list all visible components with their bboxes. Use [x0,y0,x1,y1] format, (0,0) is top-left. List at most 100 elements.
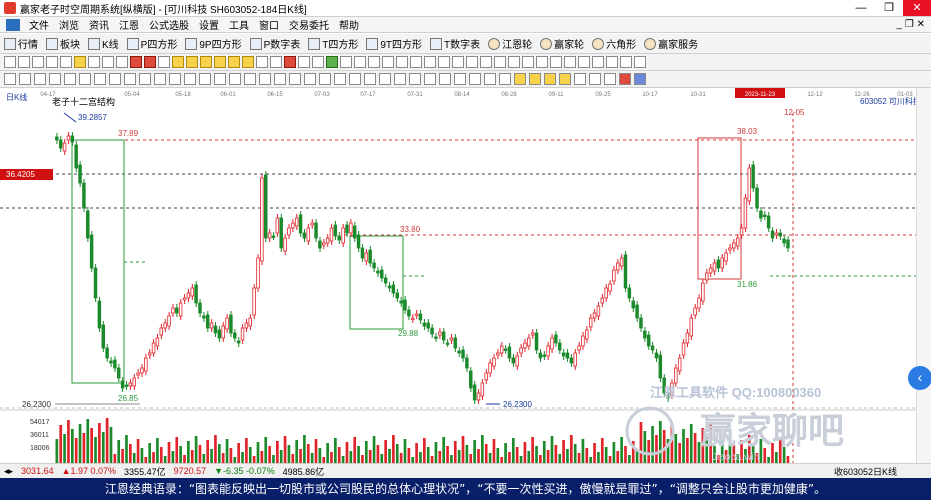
menu-right-controls[interactable]: _ ❐ ✕ [897,19,925,30]
tool-icon-41[interactable] [619,73,631,85]
draw-tool-icon-7[interactable] [102,56,114,68]
tool-icon-21[interactable] [319,73,331,85]
draw-tool-icon-6[interactable] [88,56,100,68]
draw-tool-icon-31[interactable] [438,56,450,68]
draw-tool-icon-36[interactable] [508,56,520,68]
draw-tool-icon-14[interactable] [200,56,212,68]
tool-icon-14[interactable] [214,73,226,85]
tool-icon-20[interactable] [304,73,316,85]
toolbar-9p-square-button[interactable]: 9P四方形 [185,36,242,51]
tool-icon-26[interactable] [394,73,406,85]
tool-icon-12[interactable] [184,73,196,85]
tool-icon-36[interactable] [544,73,556,85]
toolbar-p-square-button[interactable]: P四方形 [126,36,177,51]
draw-tool-icon-40[interactable] [564,56,576,68]
draw-tool-icon-21[interactable] [298,56,310,68]
right-scroll-panel[interactable]: ‹ [908,88,931,465]
tool-icon-6[interactable] [94,73,106,85]
draw-tool-icon-10[interactable] [144,56,156,68]
tool-icon-19[interactable] [289,73,301,85]
menu-item-browse[interactable]: 浏览 [59,17,79,32]
draw-tool-icon-15[interactable] [214,56,226,68]
draw-tool-icon-28[interactable] [396,56,408,68]
maximize-button[interactable]: ❐ [875,0,903,16]
draw-tool-icon-12[interactable] [172,56,184,68]
tool-icon-37[interactable] [559,73,571,85]
draw-tool-icon-4[interactable] [60,56,72,68]
menu-item-window[interactable]: 窗口 [259,17,279,32]
draw-tool-icon-17[interactable] [242,56,254,68]
draw-tool-icon-3[interactable] [46,56,58,68]
tool-icon-24[interactable] [364,73,376,85]
draw-tool-icon-11[interactable] [158,56,170,68]
kline-chart[interactable]: 04-17 05-04 05-18 06-01 06-15 07-03 07-17 07-31… [0,88,921,463]
tool-icon-42[interactable] [634,73,646,85]
tool-icon-9[interactable] [139,73,151,85]
tool-icon-31[interactable] [469,73,481,85]
tool-icon-34[interactable] [514,73,526,85]
draw-tool-icon-42[interactable] [592,56,604,68]
tool-icon-30[interactable] [454,73,466,85]
draw-tool-icon-30[interactable] [424,56,436,68]
toolbar-sector-button[interactable]: 板块 [46,36,80,51]
draw-tool-icon-16[interactable] [228,56,240,68]
draw-tool-icon-18[interactable] [256,56,268,68]
tool-icon-8[interactable] [124,73,136,85]
tool-icon-28[interactable] [424,73,436,85]
tool-icon-32[interactable] [484,73,496,85]
draw-tool-icon-24[interactable] [340,56,352,68]
draw-tool-icon-44[interactable] [620,56,632,68]
menu-item-gann[interactable]: 江恩 [119,17,139,32]
menu-item-tools[interactable]: 工具 [229,17,249,32]
tool-icon-7[interactable] [109,73,121,85]
menu-item-trade[interactable]: 交易委托 [289,17,329,32]
tool-icon-29[interactable] [439,73,451,85]
draw-tool-icon-25[interactable] [354,56,366,68]
collapse-arrow-icon[interactable]: ‹ [908,366,931,390]
menu-item-help[interactable]: 帮助 [339,17,359,32]
tool-icon-13[interactable] [199,73,211,85]
draw-tool-icon-27[interactable] [382,56,394,68]
tool-icon-2[interactable] [34,73,46,85]
tool-icon-38[interactable] [574,73,586,85]
draw-tool-icon-29[interactable] [410,56,422,68]
draw-tool-icon-9[interactable] [130,56,142,68]
tool-icon-16[interactable] [244,73,256,85]
draw-tool-icon-22[interactable] [312,56,324,68]
draw-tool-icon-38[interactable] [536,56,548,68]
toolbar-t-table-button[interactable]: T数字表 [430,36,480,51]
draw-tool-icon-41[interactable] [578,56,590,68]
minimize-button[interactable]: — [847,0,875,16]
menu-item-settings[interactable]: 设置 [199,17,219,32]
draw-tool-icon-0[interactable] [4,56,16,68]
draw-tool-icon-1[interactable] [18,56,30,68]
status-scroll-icon[interactable]: ◂▸ [4,466,13,477]
toolbar-9t-square-button[interactable]: 9T四方形 [366,36,422,51]
draw-tool-icon-13[interactable] [186,56,198,68]
tool-icon-15[interactable] [229,73,241,85]
draw-tool-icon-23[interactable] [326,56,338,68]
tool-icon-27[interactable] [409,73,421,85]
tool-icon-23[interactable] [349,73,361,85]
draw-tool-icon-37[interactable] [522,56,534,68]
toolbar-winner-wheel-button[interactable]: 赢家轮 [540,36,584,51]
draw-tool-icon-43[interactable] [606,56,618,68]
tool-icon-17[interactable] [259,73,271,85]
tool-icon-40[interactable] [604,73,616,85]
tool-icon-22[interactable] [334,73,346,85]
draw-tool-icon-39[interactable] [550,56,562,68]
toolbar-gann-wheel-button[interactable]: 江恩轮 [488,36,532,51]
toolbar-service-button[interactable]: 赢家服务 [644,36,698,51]
draw-tool-icon-8[interactable] [116,56,128,68]
tool-icon-0[interactable] [4,73,16,85]
draw-tool-icon-5[interactable] [74,56,86,68]
tool-icon-10[interactable] [154,73,166,85]
tool-icon-35[interactable] [529,73,541,85]
draw-tool-icon-35[interactable] [494,56,506,68]
tool-icon-3[interactable] [49,73,61,85]
tool-icon-1[interactable] [19,73,31,85]
close-button[interactable]: ✕ [903,0,931,16]
tool-icon-18[interactable] [274,73,286,85]
draw-tool-icon-45[interactable] [634,56,646,68]
draw-tool-icon-33[interactable] [466,56,478,68]
